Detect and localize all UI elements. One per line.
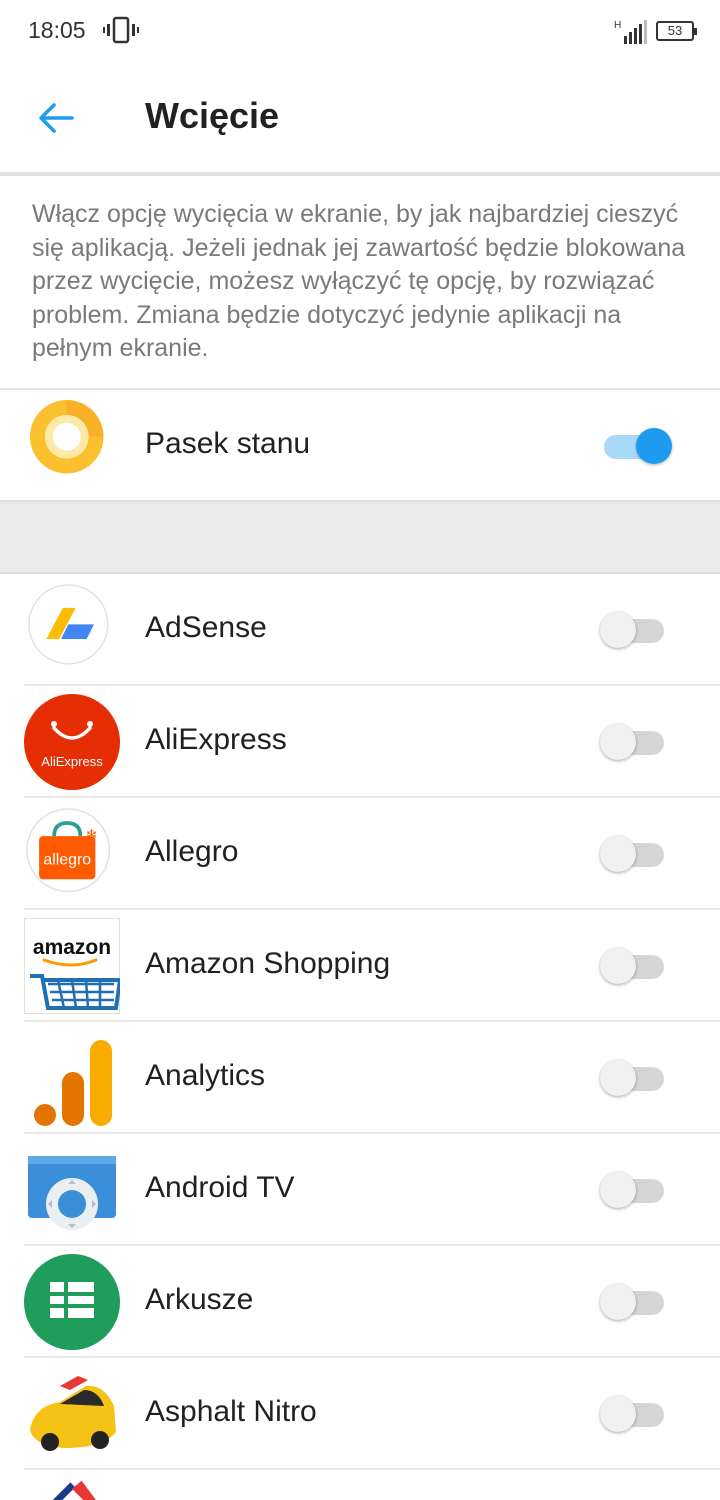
toggle-thumb bbox=[636, 428, 672, 464]
app-label: Amazon Shopping bbox=[145, 947, 391, 980]
app-label: AliExpress bbox=[145, 723, 287, 756]
aliexpress-icon: AliExpress bbox=[24, 694, 120, 790]
app-toggle[interactable] bbox=[600, 1060, 666, 1096]
amazon-shopping-icon: amazon bbox=[24, 918, 120, 1014]
toggle-thumb bbox=[600, 724, 636, 760]
app-label: Allegro bbox=[145, 835, 239, 868]
app-row-partial[interactable] bbox=[0, 1470, 720, 1500]
allegro-icon: allegro ❄ bbox=[26, 808, 111, 893]
sheets-icon bbox=[24, 1254, 120, 1350]
app-label: AdSense bbox=[145, 611, 267, 644]
toolbar: Wcięcie bbox=[0, 62, 720, 172]
battery-icon: 53 bbox=[656, 21, 697, 41]
toggle-thumb bbox=[600, 836, 636, 872]
aliexpress-icon-text: AliExpress bbox=[41, 754, 103, 769]
partial-app-icon bbox=[52, 1480, 96, 1500]
app-toggle[interactable] bbox=[600, 948, 666, 984]
toggle-thumb bbox=[600, 1396, 636, 1432]
page-title: Wcięcie bbox=[145, 95, 280, 136]
toggle-thumb bbox=[600, 1060, 636, 1096]
app-toggle[interactable] bbox=[600, 1172, 666, 1208]
analytics-icon bbox=[34, 1040, 112, 1126]
toggle-thumb bbox=[600, 612, 636, 648]
app-label: Asphalt Nitro bbox=[145, 1395, 317, 1428]
app-toggle[interactable] bbox=[600, 1396, 666, 1432]
status-bar-row[interactable]: Pasek stanu bbox=[0, 390, 720, 502]
svg-text:❄: ❄ bbox=[85, 826, 98, 844]
description-text: Włącz opcję wycięcia w ekranie, by jak n… bbox=[32, 200, 686, 362]
status-bar-toggle[interactable] bbox=[600, 428, 672, 464]
app-row-adsense[interactable]: AdSense bbox=[0, 574, 720, 686]
status-bar: 18:05 H 53 bbox=[0, 0, 720, 62]
app-row-amazon-shopping[interactable]: amazon Amazon Shopping bbox=[0, 910, 720, 1022]
amazon-icon-text: amazon bbox=[33, 936, 111, 959]
status-time: 18:05 bbox=[28, 17, 86, 43]
app-label: Android TV bbox=[145, 1171, 295, 1204]
toggle-thumb bbox=[600, 1172, 636, 1208]
section-separator bbox=[0, 500, 720, 574]
signal-icon: H bbox=[614, 20, 647, 44]
app-row-allegro[interactable]: allegro ❄ Allegro bbox=[0, 798, 720, 910]
app-label: Arkusze bbox=[145, 1283, 254, 1316]
app-row-aliexpress[interactable]: AliExpress AliExpress bbox=[0, 686, 720, 798]
vibrate-icon bbox=[103, 16, 139, 44]
allegro-icon-text: allegro bbox=[43, 851, 91, 868]
toggle-thumb bbox=[600, 1284, 636, 1320]
android-tv-icon bbox=[28, 1156, 116, 1230]
app-row-asphalt-nitro[interactable]: Asphalt Nitro bbox=[0, 1358, 720, 1470]
toolbar-divider bbox=[0, 172, 720, 176]
app-toggle[interactable] bbox=[600, 724, 666, 760]
app-toggle[interactable] bbox=[600, 612, 666, 648]
status-bar-label: Pasek stanu bbox=[145, 427, 311, 460]
asphalt-nitro-icon bbox=[30, 1376, 116, 1451]
app-row-arkusze[interactable]: Arkusze bbox=[0, 1246, 720, 1358]
app-toggle[interactable] bbox=[600, 1284, 666, 1320]
network-type-label: H bbox=[614, 20, 621, 31]
app-row-android-tv[interactable]: Android TV bbox=[0, 1134, 720, 1246]
adsense-icon bbox=[28, 584, 109, 665]
app-row-analytics[interactable]: Analytics bbox=[0, 1022, 720, 1134]
toggle-thumb bbox=[600, 948, 636, 984]
app-label: Analytics bbox=[145, 1059, 266, 1092]
app-toggle[interactable] bbox=[600, 836, 666, 872]
back-arrow-icon[interactable] bbox=[36, 98, 76, 138]
status-bar-settings-icon bbox=[30, 400, 104, 474]
